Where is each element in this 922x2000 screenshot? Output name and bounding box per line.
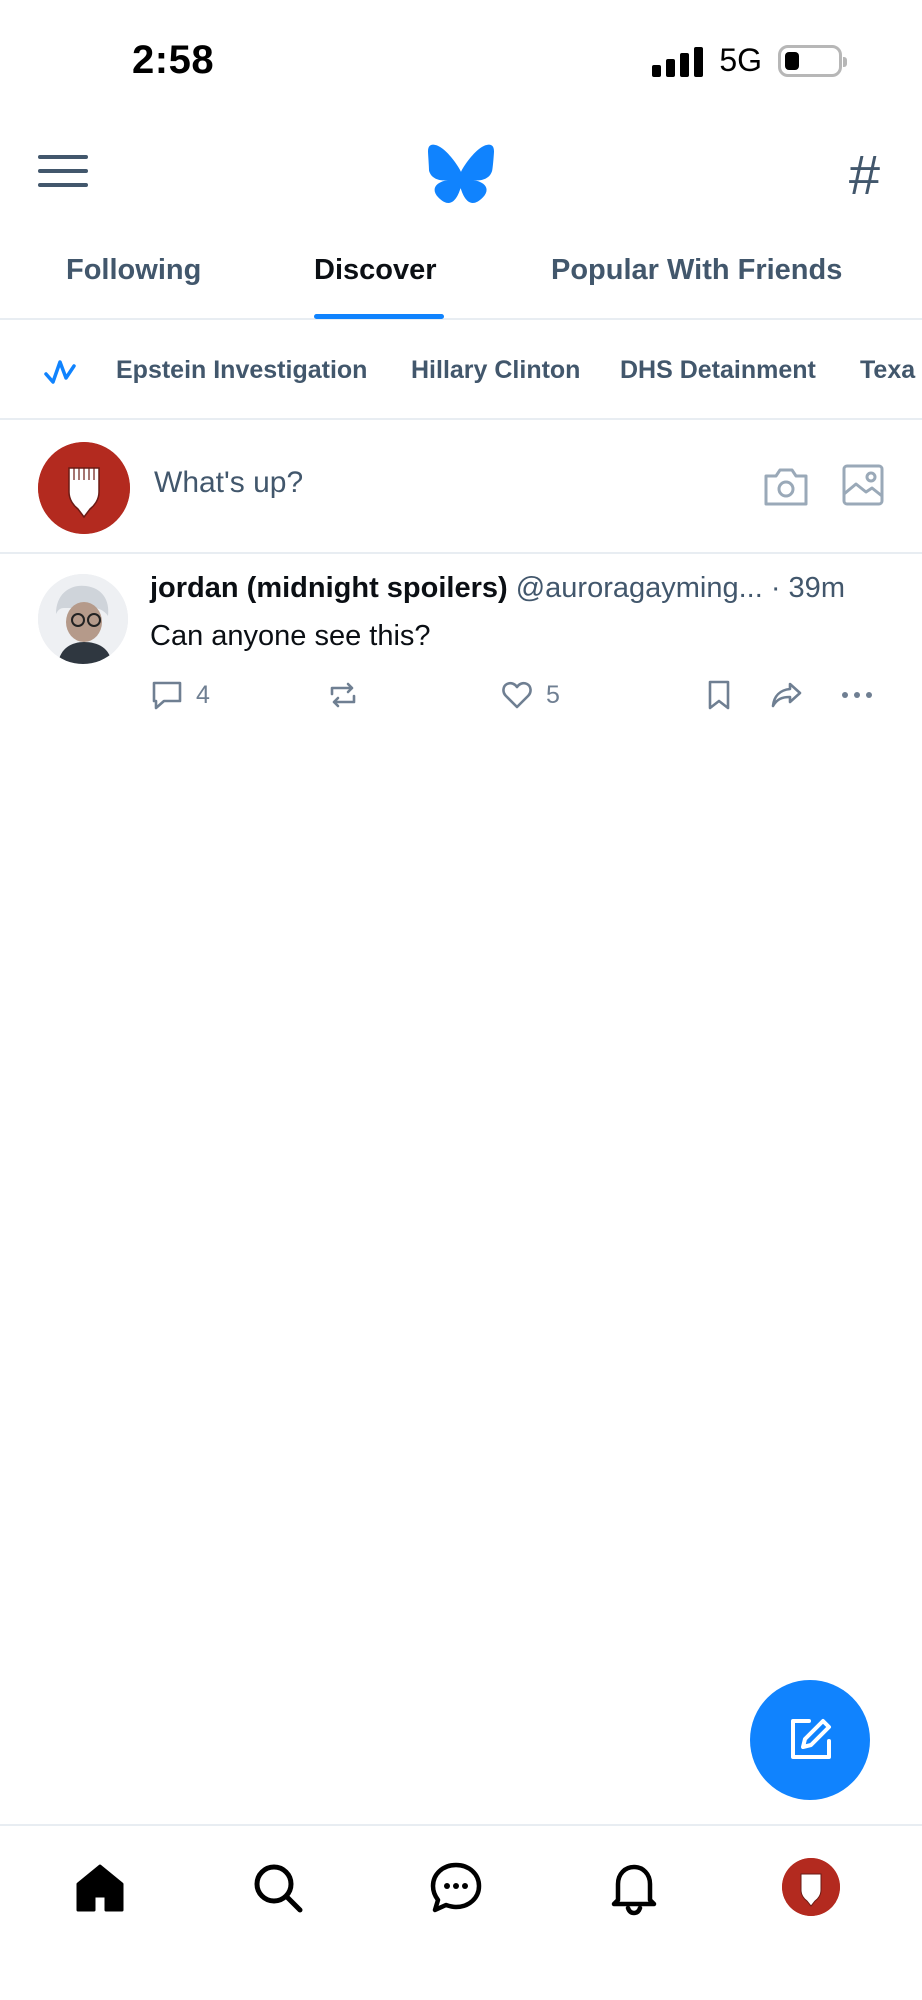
composer-input[interactable]: What's up?: [154, 466, 303, 500]
trending-item[interactable]: DHS Detainment: [620, 356, 816, 385]
reply-count: 4: [196, 680, 210, 709]
post-handle-time[interactable]: @auroragayming... · 39m: [516, 572, 845, 604]
status-time: 2:58: [132, 38, 215, 82]
active-tab-indicator: [314, 314, 444, 319]
trending-item[interactable]: Hillary Clinton: [411, 356, 580, 385]
repost-icon: [330, 682, 356, 708]
tab-popular-with-friends[interactable]: Popular With Friends: [551, 254, 842, 287]
feed-tabs: Following Discover Popular With Friends: [0, 240, 922, 320]
trending-bar: Epstein Investigation Hillary Clinton DH…: [0, 322, 922, 420]
search-icon[interactable]: [246, 1856, 310, 1920]
status-bar: 2:58 5G: [0, 0, 922, 120]
home-icon[interactable]: [68, 1856, 132, 1920]
post-author[interactable]: jordan (midnight spoilers): [150, 572, 508, 604]
status-indicators: 5G: [652, 42, 847, 79]
camera-icon[interactable]: [762, 464, 810, 508]
repost-button[interactable]: [326, 678, 360, 712]
post-header: jordan (midnight spoilers) @auroragaymin…: [150, 572, 845, 605]
battery-icon: [778, 44, 847, 77]
butterfly-logo-icon: [428, 144, 494, 204]
more-dots-icon: [842, 692, 872, 698]
avatar[interactable]: [38, 442, 130, 534]
signal-bars-icon: [652, 45, 704, 77]
bottom-nav: [0, 1824, 922, 2000]
bookmark-button[interactable]: [702, 678, 736, 712]
reply-button[interactable]: 4: [150, 678, 210, 712]
compose-icon: [791, 1719, 831, 1759]
share-icon: [771, 682, 802, 708]
post-text: Can anyone see this?: [150, 620, 431, 652]
notifications-bell-icon[interactable]: [602, 1856, 666, 1920]
chat-icon[interactable]: [424, 1856, 488, 1920]
trending-pulse-icon: [44, 360, 76, 384]
tab-following[interactable]: Following: [66, 254, 201, 287]
like-count: 5: [546, 680, 560, 709]
hashtag-icon[interactable]: #: [849, 142, 880, 207]
hamburger-menu-icon[interactable]: [38, 155, 88, 195]
trending-item[interactable]: Texa: [860, 356, 915, 385]
top-header: #: [0, 130, 922, 220]
avatar[interactable]: [38, 574, 128, 664]
profile-avatar[interactable]: [782, 1858, 840, 1916]
trending-item[interactable]: Epstein Investigation: [116, 356, 367, 385]
heart-icon: [502, 681, 532, 709]
share-button[interactable]: [770, 678, 804, 712]
image-icon[interactable]: [842, 464, 884, 506]
more-options-button[interactable]: [840, 678, 874, 712]
composer: What's up?: [0, 420, 922, 554]
tab-discover[interactable]: Discover: [314, 254, 437, 287]
bookmark-icon: [708, 680, 730, 710]
like-button[interactable]: 5: [500, 678, 560, 712]
compose-button[interactable]: [750, 1680, 870, 1800]
reply-icon: [152, 681, 182, 710]
post-actions: 4 5: [150, 678, 890, 718]
network-label: 5G: [719, 42, 762, 78]
post[interactable]: jordan (midnight spoilers) @auroragaymin…: [0, 556, 922, 736]
